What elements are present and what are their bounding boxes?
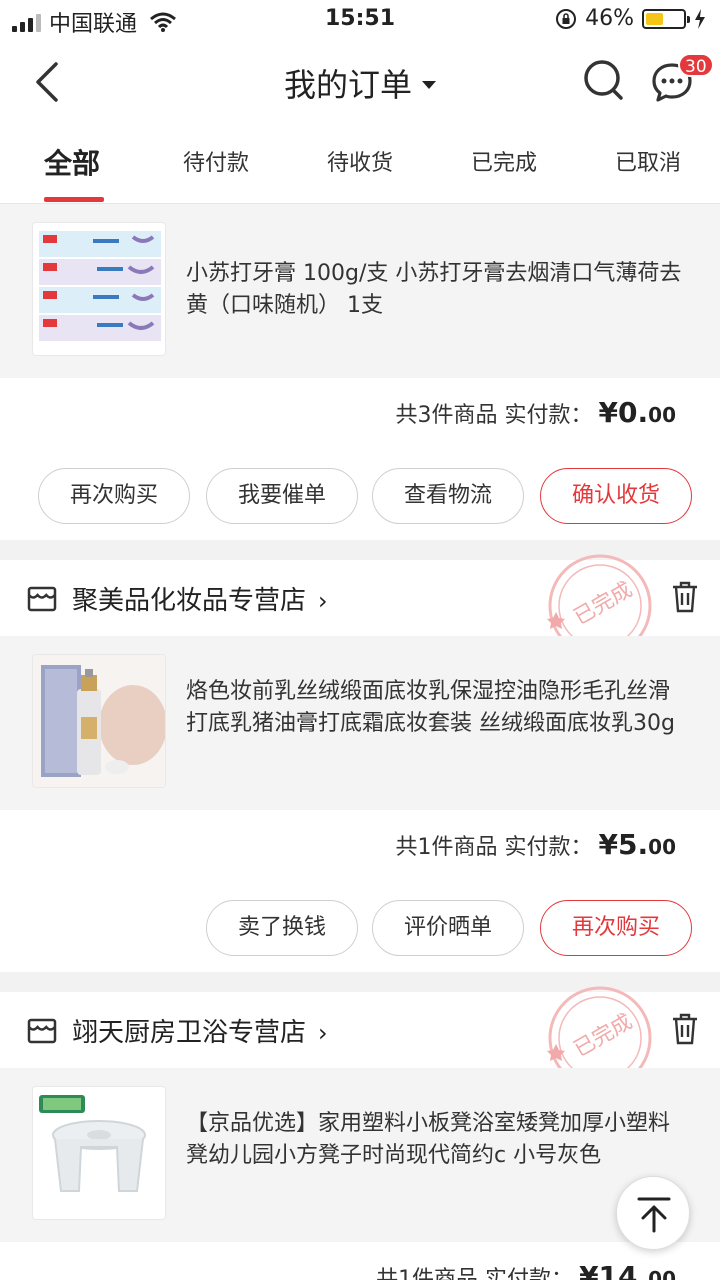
confirm-receipt-button[interactable]: 确认收货 [540,468,692,524]
stamp-text: 已完成 [570,1009,637,1061]
battery-icon [642,8,690,29]
order-summary: 共1件商品 实付款： ¥14.00 [0,1242,720,1280]
back-to-top-button[interactable] [616,1176,690,1250]
product-thumbnail [32,222,166,356]
toothpaste-image [33,223,165,355]
battery-percent: 46% [585,6,634,31]
product-title[interactable]: 小苏打牙膏 100g/支 小苏打牙膏去烟清口气薄荷去黄（口味随机） 1支 [186,258,686,322]
nav-bar: 我的订单 30 [0,40,720,124]
shop-icon [27,1018,57,1044]
shop-name[interactable]: 聚美品化妆品专营店 › [72,580,328,617]
stool-image [33,1087,165,1219]
search-icon[interactable] [582,58,626,102]
price-decimal: 00 [648,1267,676,1280]
order-card: 翊天厨房卫浴专营店 › 已完成 【京品优选】家用塑料小板凳浴室矮凳加厚小塑料凳幼儿… [0,986,720,1280]
order-total: 共3件商品 实付款： ¥0.00 [396,396,676,429]
message-badge: 30 [678,53,714,77]
order-summary: 共1件商品 实付款： ¥5.00 [0,810,720,886]
price-decimal: 00 [648,835,676,859]
chevron-right-icon: › [318,1019,328,1047]
product-title[interactable]: 【京品优选】家用塑料小板凳浴室矮凳加厚小塑料凳幼儿园小方凳子时尚现代简约c 小号… [186,1108,686,1172]
primer-image [33,655,165,787]
product-row[interactable]: 烙色妆前乳丝绒缎面底妆乳保湿控油隐形毛孔丝滑打底乳猪油膏打底霜底妆套装 丝绒缎面… [0,636,720,810]
chevron-right-icon: › [318,587,328,615]
sell-for-cash-button[interactable]: 卖了换钱 [206,900,358,956]
tab-cancelled[interactable]: 已取消 [578,124,718,204]
product-title[interactable]: 烙色妆前乳丝绒缎面底妆乳保湿控油隐形毛孔丝滑打底乳猪油膏打底霜底妆套装 丝绒缎面… [186,676,686,740]
price-integer: ¥14. [579,1260,649,1280]
buy-again-button[interactable]: 再次购买 [540,900,692,956]
summary-label: 共3件商品 实付款： [395,403,593,428]
price-integer: ¥0. [598,396,649,429]
order-total: 共1件商品 实付款： ¥5.00 [396,828,676,861]
order-summary: 共3件商品 实付款： ¥0.00 [0,378,720,454]
page-title-text: 我的订单 [283,66,412,104]
tab-completed[interactable]: 已完成 [434,124,574,204]
charging-icon [695,8,705,29]
product-thumbnail [32,654,166,788]
shop-name[interactable]: 翊天厨房卫浴专营店 › [72,1012,328,1049]
order-card: 聚美品化妆品专营店 › 已完成 烙色妆前乳丝绒缎面底妆乳保湿控油隐形毛孔丝滑打底… [0,554,720,972]
track-logistics-button[interactable]: 查看物流 [372,468,524,524]
summary-label: 共1件商品 实付款： [376,1267,574,1280]
shop-icon [27,586,57,612]
tab-pending-payment[interactable]: 待付款 [146,124,286,204]
shop-name-text: 翊天厨房卫浴专营店 [72,1018,307,1048]
chevron-down-icon [422,81,436,89]
tab-pending-receipt[interactable]: 待收货 [290,124,430,204]
buy-again-button[interactable]: 再次购买 [38,468,190,524]
summary-label: 共1件商品 实付款： [395,835,593,860]
product-row[interactable]: 【京品优选】家用塑料小板凳浴室矮凳加厚小塑料凳幼儿园小方凳子时尚现代简约c 小号… [0,1068,720,1242]
trash-icon[interactable] [670,1012,700,1046]
price-decimal: 00 [648,403,676,427]
order-tabs: 全部 待付款 待收货 已完成 已取消 [0,124,720,204]
order-total: 共1件商品 实付款： ¥14.00 [376,1260,676,1280]
order-actions: 再次购买 我要催单 查看物流 确认收货 [0,452,720,540]
urge-order-button[interactable]: 我要催单 [206,468,358,524]
shop-header[interactable]: 翊天厨房卫浴专营店 › 已完成 [0,986,720,1090]
shop-header[interactable]: 聚美品化妆品专营店 › 已完成 [0,554,720,658]
status-bar: 中国联通 15:51 46% [0,0,720,40]
order-actions: 卖了换钱 评价晒单 再次购买 [0,884,720,972]
price-integer: ¥5. [598,828,649,861]
rotation-lock-icon [556,8,577,29]
back-to-top-icon [637,1197,671,1233]
trash-icon[interactable] [670,580,700,614]
product-row[interactable]: 小苏打牙膏 100g/支 小苏打牙膏去烟清口气薄荷去黄（口味随机） 1支 [0,204,720,378]
product-thumbnail [32,1086,166,1220]
stamp-text: 已完成 [570,577,637,629]
review-button[interactable]: 评价晒单 [372,900,524,956]
shop-name-text: 聚美品化妆品专营店 [72,586,307,616]
tab-all[interactable]: 全部 [2,124,142,204]
